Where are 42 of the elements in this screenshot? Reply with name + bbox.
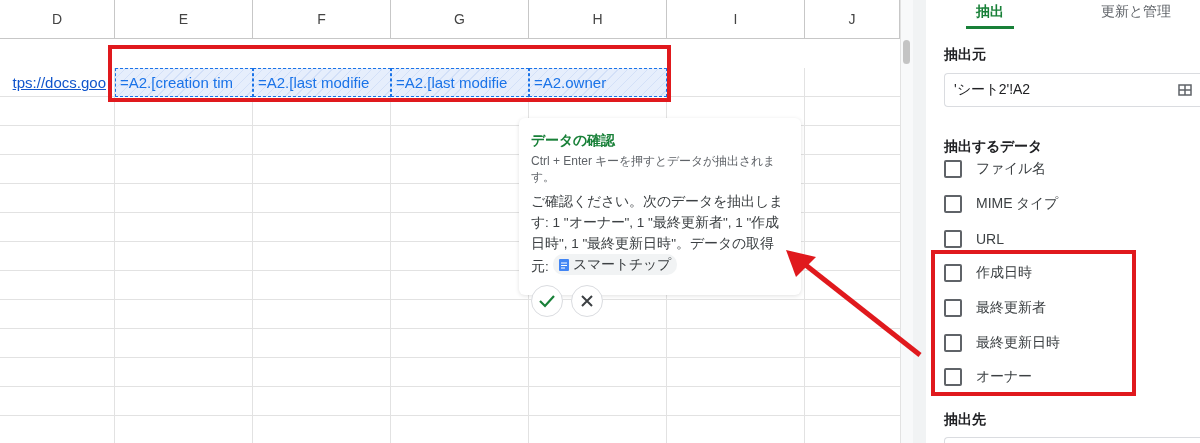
checkbox[interactable] (944, 160, 962, 179)
column-header[interactable]: I (667, 0, 805, 38)
column-header[interactable]: H (529, 0, 667, 38)
section-label: 抽出するデータ (944, 138, 1043, 156)
checkbox[interactable] (944, 195, 962, 214)
check-icon (538, 293, 556, 308)
cancel-button[interactable] (571, 284, 603, 317)
range-field[interactable]: 'シート2'!A2 (944, 73, 1200, 107)
column-header[interactable]: F (253, 0, 391, 38)
popup-title: データの確認 (531, 132, 616, 150)
column-header[interactable]: D (0, 0, 115, 38)
checkbox-label: 最終更新者 (976, 299, 1046, 318)
scrollbar-thumb[interactable] (903, 40, 910, 64)
confirm-button[interactable] (531, 284, 563, 317)
checkbox-label: 作成日時 (976, 264, 1032, 283)
checkbox[interactable] (944, 333, 962, 352)
formula-cell: =A2.owner (529, 68, 667, 97)
tab[interactable]: 更新と管理 (1099, 0, 1173, 29)
link[interactable]: tps://docs.goo (12, 74, 106, 91)
checkbox-label: 最終更新日時 (976, 333, 1060, 352)
column-header[interactable]: E (115, 0, 253, 38)
formula-cell: =A2.[creation tim (115, 68, 253, 97)
checkbox[interactable] (944, 264, 962, 283)
checkbox-label: オーナー (976, 368, 1032, 387)
checkbox[interactable] (944, 368, 962, 387)
checkbox-label: URL (976, 230, 1004, 247)
document-icon (558, 258, 569, 271)
close-icon (580, 293, 594, 308)
grid-icon[interactable] (1178, 84, 1192, 96)
checkbox[interactable] (944, 229, 962, 248)
formula-cell: =A2.[last modifie (253, 68, 391, 97)
checkbox-label: ファイル名 (976, 160, 1046, 179)
popup-hint: Ctrl + Enter キーを押すとデータが抽出されます。 (531, 153, 777, 185)
section-label: 抽出先 (944, 410, 987, 429)
tab[interactable]: 抽出 (966, 0, 1014, 29)
checkbox[interactable] (944, 299, 962, 318)
column-header[interactable]: G (391, 0, 529, 38)
formula-cell: =A2.[last modifie (391, 68, 529, 97)
checkbox-label: MIME タイプ (976, 195, 1059, 214)
smart-chip[interactable]: スマートチップ (552, 254, 677, 275)
popup-message: ご確認ください。次のデータを抽出します: 1 "オーナー", 1 "最終更新者", 1 "作成日時", 1 "最終更新日時"。データの取得元: スマートチップ (531, 193, 784, 277)
section-label: 抽出元 (944, 46, 987, 64)
